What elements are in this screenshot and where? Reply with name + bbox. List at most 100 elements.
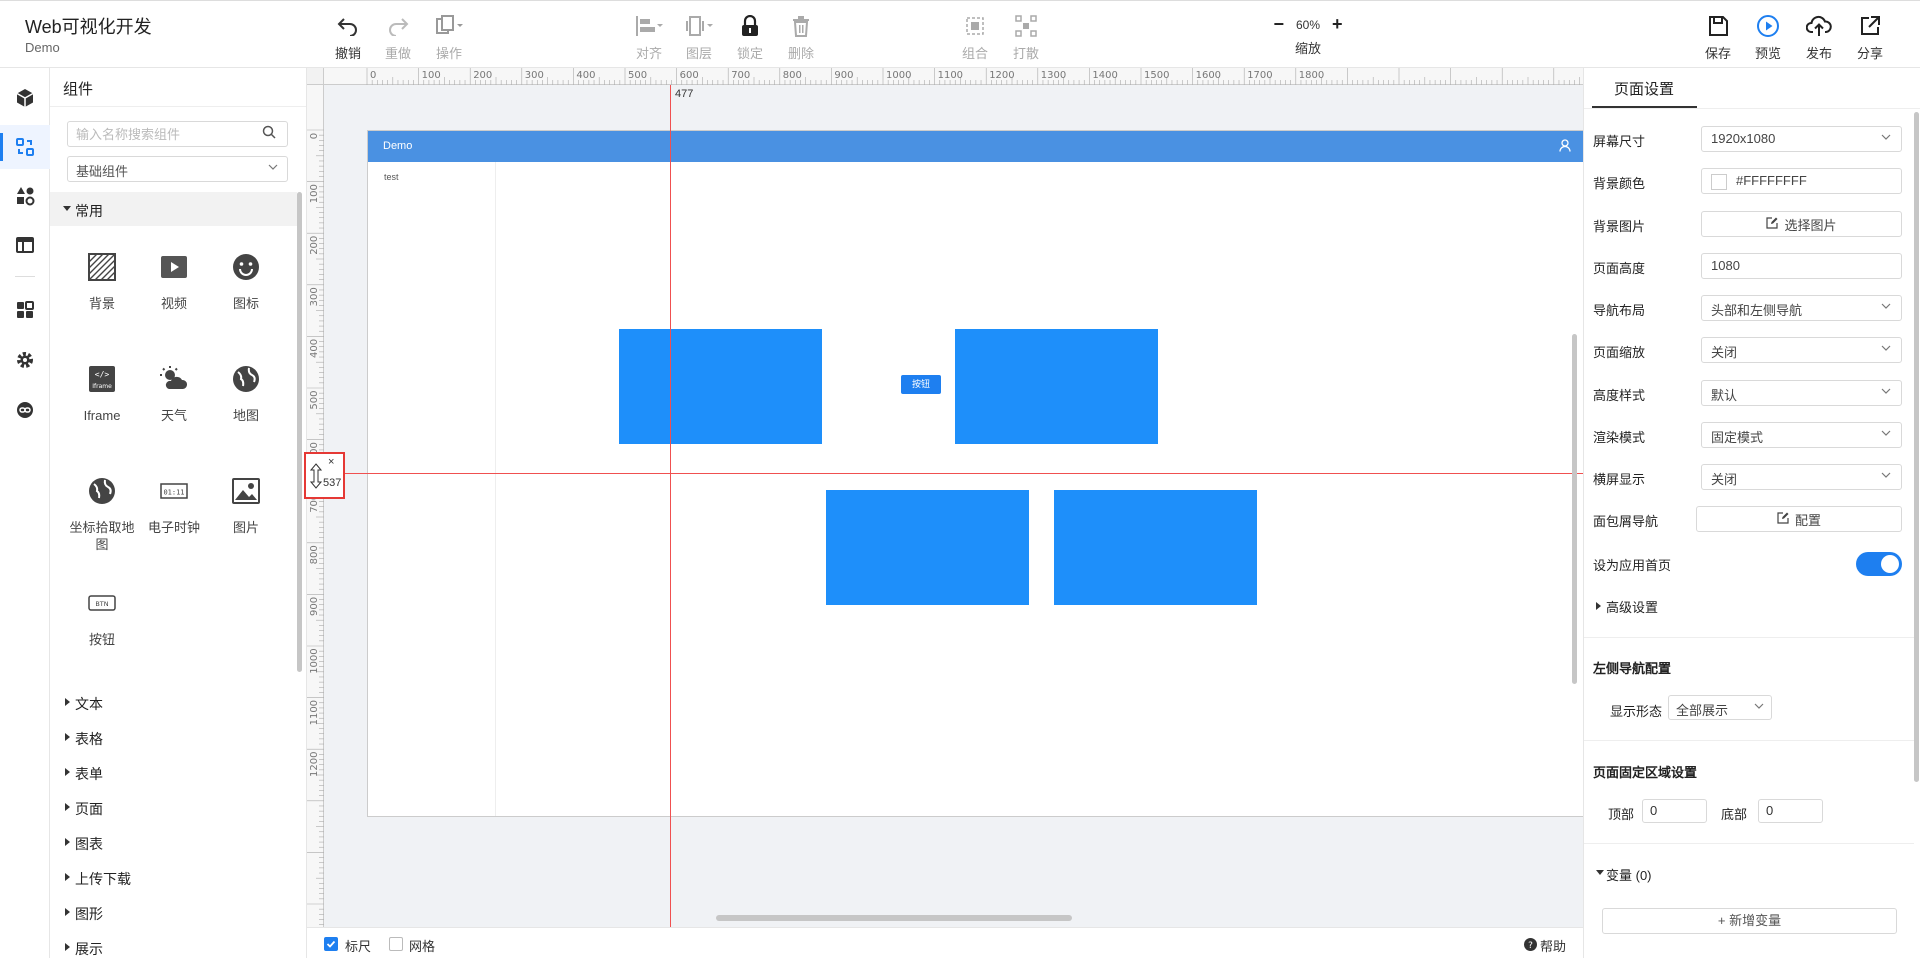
link-icon[interactable] (0, 388, 50, 432)
page-button[interactable]: 按钮 (901, 375, 941, 394)
zoom-out-button[interactable]: − (1273, 14, 1284, 35)
component-label: 天气 (160, 408, 187, 423)
category-common-header[interactable]: 常用 (50, 192, 297, 226)
preview-button[interactable]: 预览 (1742, 11, 1794, 63)
setting-label: 渲染模式 (1593, 430, 1646, 445)
component-iframe[interactable]: </> Iframe Iframe (67, 359, 137, 424)
button-label: 配置 (1794, 512, 1821, 528)
component-weather[interactable]: 天气 (139, 359, 209, 424)
select-value: 头部和左侧导航 (1711, 303, 1803, 318)
landscape-select[interactable]: 关闭 (1701, 464, 1902, 490)
advanced-settings-toggle[interactable]: 高级设置 (1596, 597, 1658, 616)
top-fixed-input[interactable]: 0 (1642, 799, 1707, 823)
group-button[interactable]: 组合 (949, 11, 1001, 63)
chevron-down-icon (1880, 385, 1892, 400)
category-text[interactable]: 文本 (50, 687, 297, 717)
category-shape[interactable]: 图形 (50, 897, 297, 927)
undo-button[interactable]: 撤销 (322, 11, 374, 63)
lock-button[interactable]: 锁定 (724, 11, 776, 63)
category-page[interactable]: 页面 (50, 792, 297, 822)
top-toolbar: Web可视化开发 Demo 撤销 重做 操作 对齐 图层 锁定 删除 组合 打散… (0, 0, 1920, 68)
component-image[interactable]: 图片 (211, 471, 281, 536)
close-icon[interactable]: × (328, 456, 334, 468)
add-variable-button[interactable]: + 新增变量 (1602, 908, 1897, 934)
ruler-label: 1400 (1092, 70, 1117, 81)
left-icon-bar (0, 68, 50, 958)
ruler-label: 1200 (309, 752, 320, 777)
layer-button[interactable]: 图层 (673, 11, 725, 63)
redo-button[interactable]: 重做 (372, 11, 424, 63)
canvas-vertical-scrollbar[interactable] (1572, 334, 1577, 684)
publish-button[interactable]: 发布 (1793, 11, 1845, 63)
blue-block[interactable] (955, 329, 1158, 444)
variables-toggle[interactable]: 变量 (0) (1596, 865, 1652, 884)
operations-label: 操作 (435, 46, 462, 61)
background-color-picker[interactable]: #FFFFFFFF (1701, 168, 1902, 194)
cube-icon[interactable] (0, 76, 50, 120)
breadcrumb-config-button[interactable]: 配置 (1696, 506, 1902, 532)
component-search-input[interactable] (67, 121, 288, 147)
operations-button[interactable]: 操作 (423, 11, 475, 63)
ruler-checkbox[interactable] (324, 937, 338, 951)
align-button[interactable]: 对齐 (623, 11, 675, 63)
zoom-in-button[interactable]: + (1332, 14, 1343, 35)
grid-checkbox[interactable] (389, 937, 403, 951)
horizontal-ruler[interactable]: 0 100 200 300 400 500 600 700 800 900 1000 1100 1200… (324, 68, 1583, 85)
category-chart[interactable]: 图表 (50, 827, 297, 857)
render-mode-select[interactable]: 固定模式 (1701, 422, 1902, 448)
page-scaling-select[interactable]: 关闭 (1701, 337, 1902, 363)
shapes-icon[interactable] (0, 174, 50, 218)
category-select[interactable]: 基础组件 (67, 156, 288, 182)
help-button[interactable]: ? 帮助 (1524, 936, 1566, 955)
screen-size-select[interactable]: 1920x1080 (1701, 126, 1902, 152)
save-button[interactable]: 保存 (1692, 11, 1744, 63)
page-sidebar-item[interactable]: test (384, 172, 399, 182)
nav-layout-select[interactable]: 头部和左侧导航 (1701, 295, 1902, 321)
category-label: 上传下载 (75, 871, 131, 887)
align-left-icon (634, 11, 664, 41)
blue-block[interactable] (826, 490, 1029, 605)
gear-icon[interactable] (0, 338, 50, 382)
vertical-ruler[interactable]: 0100200300400500600700800900100011001200 (307, 85, 324, 927)
layers-icon[interactable] (0, 125, 50, 169)
component-icon[interactable]: 图标 (211, 247, 281, 312)
component-video[interactable]: 视频 (139, 247, 209, 312)
vertical-guide-line[interactable] (670, 85, 671, 927)
component-label: 图标 (232, 296, 259, 311)
category-select-value: 基础组件 (76, 164, 129, 179)
canvas-horizontal-scrollbar[interactable] (716, 915, 1072, 921)
blue-block[interactable] (619, 329, 822, 444)
component-map[interactable]: 地图 (211, 359, 281, 424)
panel-scrollbar[interactable] (297, 192, 302, 672)
vertical-move-icon[interactable] (309, 463, 323, 494)
share-button[interactable]: 分享 (1844, 11, 1896, 63)
apps-icon[interactable] (0, 288, 50, 332)
tab-page-settings[interactable]: 页面设置 (1614, 78, 1674, 99)
user-icon[interactable] (1559, 139, 1571, 157)
home-page-toggle[interactable] (1856, 552, 1902, 576)
component-background[interactable]: 背景 (67, 247, 137, 312)
layout-icon[interactable] (0, 223, 50, 267)
page-height-input[interactable]: 1080 (1701, 253, 1902, 279)
ungroup-button[interactable]: 打散 (1000, 11, 1052, 63)
bottom-fixed-input[interactable]: 0 (1758, 799, 1823, 823)
redo-label: 重做 (384, 46, 411, 61)
horizontal-guide-line[interactable] (324, 473, 1583, 474)
category-upload[interactable]: 上传下载 (50, 862, 297, 892)
search-icon[interactable] (262, 125, 276, 144)
ruler-label: 300 (309, 287, 320, 306)
category-display[interactable]: 展示 (50, 932, 297, 958)
display-mode-select[interactable]: 全部展示 (1668, 695, 1772, 720)
category-form[interactable]: 表单 (50, 757, 297, 787)
setting-label: 横屏显示 (1593, 472, 1646, 487)
component-coordinate-map[interactable]: 坐标拾取地图 (67, 471, 137, 553)
category-table[interactable]: 表格 (50, 722, 297, 752)
settings-scrollbar[interactable] (1914, 112, 1919, 782)
setting-label: 面包屑导航 (1593, 514, 1659, 529)
component-button[interactable]: BTN 按钮 (67, 583, 137, 648)
height-style-select[interactable]: 默认 (1701, 380, 1902, 406)
delete-button[interactable]: 删除 (775, 11, 827, 63)
component-digital-clock[interactable]: 01:11 电子时钟 (139, 471, 209, 536)
select-image-button[interactable]: 选择图片 (1701, 211, 1902, 237)
blue-block[interactable] (1054, 490, 1257, 605)
